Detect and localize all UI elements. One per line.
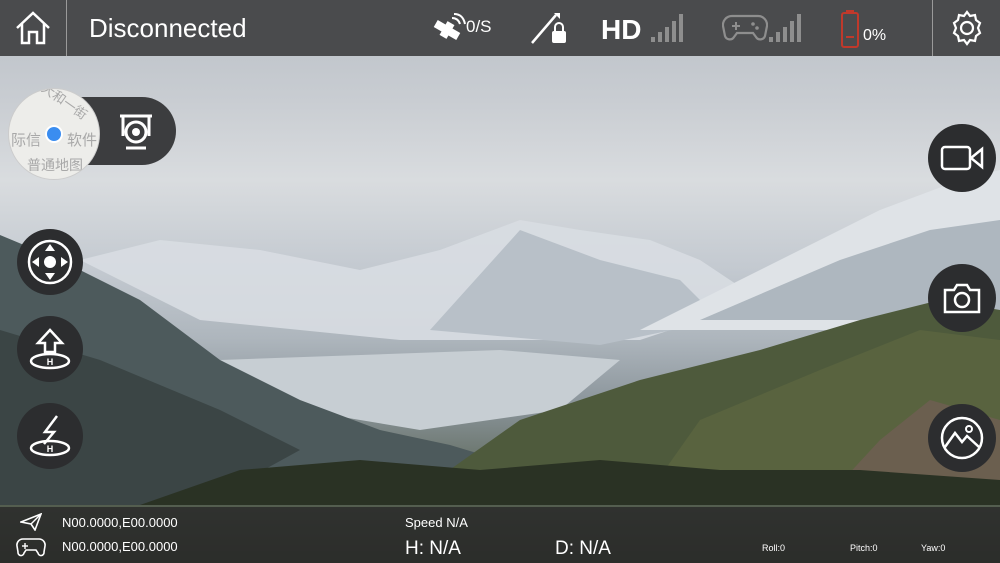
paper-plane-icon — [20, 513, 42, 531]
gimbal-camera-icon[interactable] — [116, 112, 156, 152]
video-quality-label: HD — [601, 14, 642, 45]
gamepad-icon — [722, 14, 768, 41]
telemetry-bar: N00.0000,E00.0000 N00.0000,E00.0000 Spee… — [0, 507, 1000, 563]
home-button[interactable] — [0, 0, 67, 56]
settings-icon — [952, 10, 982, 46]
gallery-button[interactable] — [928, 404, 996, 472]
settings-button[interactable] — [932, 0, 1000, 56]
battery-icon — [841, 10, 859, 48]
map-label: 际信 — [11, 131, 42, 149]
map-type-label: 普通地图 — [27, 158, 83, 174]
connection-status: Disconnected — [89, 13, 247, 43]
takeoff-icon: H — [29, 328, 71, 370]
virtual-joystick-button[interactable] — [17, 229, 83, 295]
yaw-readout: Yaw:0 — [921, 543, 946, 553]
svg-text:H: H — [47, 357, 54, 367]
height-readout: H: N/A — [405, 538, 461, 559]
camera-icon — [943, 283, 981, 314]
lock-icon — [531, 13, 566, 44]
dpad-icon — [27, 239, 73, 285]
map-label: 软件 — [67, 131, 98, 149]
video-camera-icon — [940, 145, 984, 171]
record-video-button[interactable] — [928, 124, 996, 192]
speed-readout: Speed N/A — [405, 515, 468, 530]
camera-feed — [0, 0, 1000, 563]
gallery-icon — [940, 416, 984, 460]
top-status-bar: Disconnected 0/S HD 0% — [0, 0, 1000, 56]
landing-icon: H — [29, 415, 71, 457]
pitch-readout: Pitch:0 — [850, 543, 878, 553]
distance-readout: D: N/A — [555, 538, 611, 559]
map-preview[interactable]: 大和一街 际信 软件 普通地图 — [8, 88, 100, 180]
roll-readout: Roll:0 — [762, 543, 786, 553]
controller-coordinates: N00.0000,E00.0000 — [62, 539, 178, 554]
signal-bars-icon — [769, 14, 801, 42]
home-icon — [16, 11, 50, 45]
landing-button[interactable]: H — [17, 403, 83, 469]
battery-percent: 0% — [863, 27, 887, 44]
signal-bars-icon — [651, 14, 683, 42]
take-photo-button[interactable] — [928, 264, 996, 332]
svg-text:H: H — [47, 444, 54, 454]
takeoff-button[interactable]: H — [17, 316, 83, 382]
satellite-icon — [433, 13, 466, 40]
aircraft-coordinates: N00.0000,E00.0000 — [62, 515, 178, 530]
gps-rate: 0/S — [466, 17, 492, 36]
controller-icon — [16, 538, 46, 557]
location-dot-icon — [45, 125, 63, 143]
